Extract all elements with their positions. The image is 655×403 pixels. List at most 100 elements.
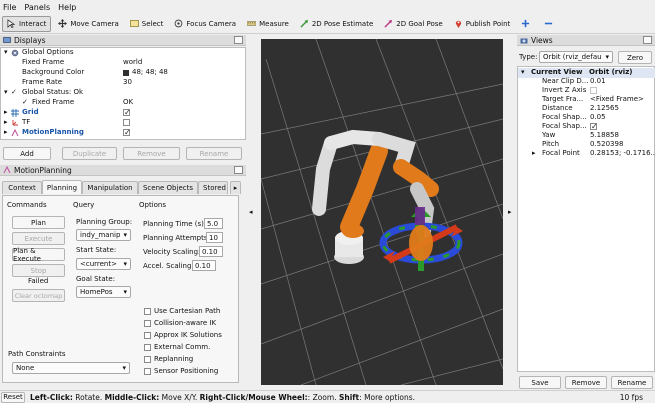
sensor-positioning-checkbox[interactable] [144, 368, 151, 375]
2d-pose-estimate-tool-label: 2D Pose Estimate [311, 19, 374, 28]
status-fixed-frame-label: Fixed Frame [32, 98, 75, 106]
save-view-button[interactable]: Save [519, 376, 561, 389]
hint-move: Move X/Y. [159, 392, 200, 402]
pose-estimate-arrow-icon [300, 19, 308, 28]
rename-view-button[interactable]: Rename [611, 376, 653, 389]
path-constraints-select[interactable]: None ▾ [12, 362, 130, 374]
chevron-down-icon: ▾ [123, 260, 127, 268]
distance-value[interactable]: 2.12565 [590, 104, 619, 112]
views-title-label: Views [531, 35, 553, 45]
replanning-checkbox[interactable] [144, 356, 151, 363]
checkmark-icon: ✓ [11, 88, 17, 96]
zero-view-button[interactable]: Zero [618, 51, 652, 64]
interact-tool-button[interactable]: Interact [2, 15, 52, 32]
goal-state-label: Goal State: [76, 275, 116, 283]
reset-button[interactable]: Reset [1, 391, 25, 403]
plus-icon [522, 19, 530, 28]
collapse-left-panel-icon[interactable]: ◂ [249, 208, 253, 216]
interact-tool-label: Interact [19, 19, 47, 28]
displays-close-icon[interactable] [234, 36, 243, 44]
duplicate-display-button[interactable]: Duplicate [62, 147, 117, 160]
goal-state-value: HomePos [80, 288, 113, 296]
planning-group-label: Planning Group: [76, 218, 133, 226]
focal-shape-size-value[interactable]: 0.05 [590, 113, 606, 121]
planning-attempts-label: Planning Attempts: [143, 234, 210, 242]
tab-stored[interactable]: Stored [198, 181, 228, 194]
publish-point-tool-button[interactable]: Publish Point [450, 16, 515, 32]
tab-scroll-right-icon[interactable]: ▸ [230, 181, 241, 194]
remove-display-button[interactable]: Remove [123, 147, 180, 160]
invert-z-checkbox[interactable] [590, 87, 597, 94]
near-clip-value[interactable]: 0.01 [590, 77, 606, 85]
approx-ik-checkbox[interactable] [144, 332, 151, 339]
accel-scaling-input[interactable]: 0.10 [192, 260, 216, 271]
publish-point-tool-label: Publish Point [465, 19, 511, 28]
expand-arrow-icon: ▾ [4, 48, 8, 56]
clear-octomap-button[interactable]: Clear octomap [12, 289, 65, 302]
measure-tool-button[interactable]: Measure [243, 16, 293, 32]
background-color-value[interactable]: 48; 48; 48 [132, 68, 168, 76]
views-close-icon[interactable] [643, 36, 652, 44]
pitch-value[interactable]: 0.520398 [590, 140, 623, 148]
planning-tab-content: Commands Query Options Plan Execute Plan… [2, 195, 239, 383]
planning-attempts-input[interactable]: 10 [206, 232, 223, 243]
use-cartesian-path-label: Use Cartesian Path [154, 307, 221, 315]
fixed-frame-value[interactable]: world [123, 58, 142, 66]
checkmark-icon: ✓ [124, 128, 131, 137]
remove-tool-button[interactable] [540, 16, 560, 32]
move-camera-tool-button[interactable]: Move Camera [54, 16, 122, 32]
use-cartesian-path-checkbox[interactable] [144, 308, 151, 315]
planning-time-input[interactable]: 5.0 [204, 218, 223, 229]
tab-scene-objects[interactable]: Scene Objects [138, 181, 198, 194]
menu-panels[interactable]: Panels [24, 3, 50, 12]
collapse-arrow-icon: ▸ [4, 128, 8, 136]
goal-state-select[interactable]: HomePos ▾ [76, 286, 131, 298]
displays-panel-title: Displays [0, 35, 246, 46]
frame-rate-value[interactable]: 30 [123, 78, 132, 86]
yaw-value[interactable]: 5.18858 [590, 131, 619, 139]
add-tool-button[interactable] [517, 16, 537, 32]
plan-button[interactable]: Plan [12, 216, 65, 229]
current-view-value: Orbit (rviz) [589, 68, 633, 76]
remove-view-button[interactable]: Remove [565, 376, 607, 389]
menu-file[interactable]: File [3, 3, 16, 12]
focal-point-value[interactable]: 0.28153; -0.1716... [590, 149, 655, 157]
tf-checkbox[interactable] [123, 119, 130, 126]
select-tool-button[interactable]: Select [126, 16, 168, 32]
target-frame-value[interactable]: <Fixed Frame> [590, 95, 644, 103]
menu-help[interactable]: Help [58, 3, 76, 12]
focal-point-label: Focal Point [542, 149, 580, 157]
collision-aware-ik-label: Collision-aware IK [154, 319, 217, 327]
approx-ik-label: Approx IK Solutions [154, 331, 222, 339]
start-state-select[interactable]: <current> ▾ [76, 258, 131, 270]
planning-group-select[interactable]: indy_manip ▾ [76, 229, 131, 241]
status-hint: Left-Click: Rotate. Middle-Click: Move X… [30, 393, 415, 402]
add-display-button[interactable]: Add [3, 147, 51, 160]
collision-aware-ik-checkbox[interactable] [144, 320, 151, 327]
2d-pose-estimate-tool-button[interactable]: 2D Pose Estimate [296, 16, 377, 32]
toolbar: Interact Move Camera Select Focus Camera… [0, 14, 655, 34]
motion-planning-close-icon[interactable] [234, 166, 243, 174]
hint-shift: Shift [338, 392, 360, 402]
collapse-right-panel-icon[interactable]: ▸ [508, 208, 512, 216]
execute-button[interactable]: Execute [12, 232, 65, 245]
focus-camera-tool-button[interactable]: Focus Camera [170, 16, 240, 32]
displays-title-label: Displays [14, 35, 46, 45]
external-comm-checkbox[interactable] [144, 344, 151, 351]
displays-tree: ▾ Global Options Fixed Frame world Backg… [0, 47, 246, 140]
rename-display-button[interactable]: Rename [186, 147, 242, 160]
menu-bar: File Panels Help [0, 0, 655, 14]
chevron-down-icon: ▾ [122, 364, 126, 372]
stop-button[interactable]: Stop [12, 264, 65, 277]
hint-more: : More options. [359, 392, 416, 402]
3d-viewport[interactable] [261, 39, 503, 385]
hint-middle-click: Middle-Click: [104, 392, 160, 402]
velocity-scaling-input[interactable]: 0.10 [199, 246, 223, 257]
2d-goal-pose-tool-button[interactable]: 2D Goal Pose [380, 16, 446, 32]
view-type-value: Orbit (rviz_defau [543, 53, 602, 61]
view-type-select[interactable]: Orbit (rviz_defau ▾ [539, 51, 613, 63]
plan-and-execute-button[interactable]: Plan & Execute [12, 247, 65, 263]
tab-planning[interactable]: Planning [42, 180, 82, 194]
tab-manipulation[interactable]: Manipulation [82, 181, 138, 194]
tab-context[interactable]: Context [2, 181, 42, 194]
